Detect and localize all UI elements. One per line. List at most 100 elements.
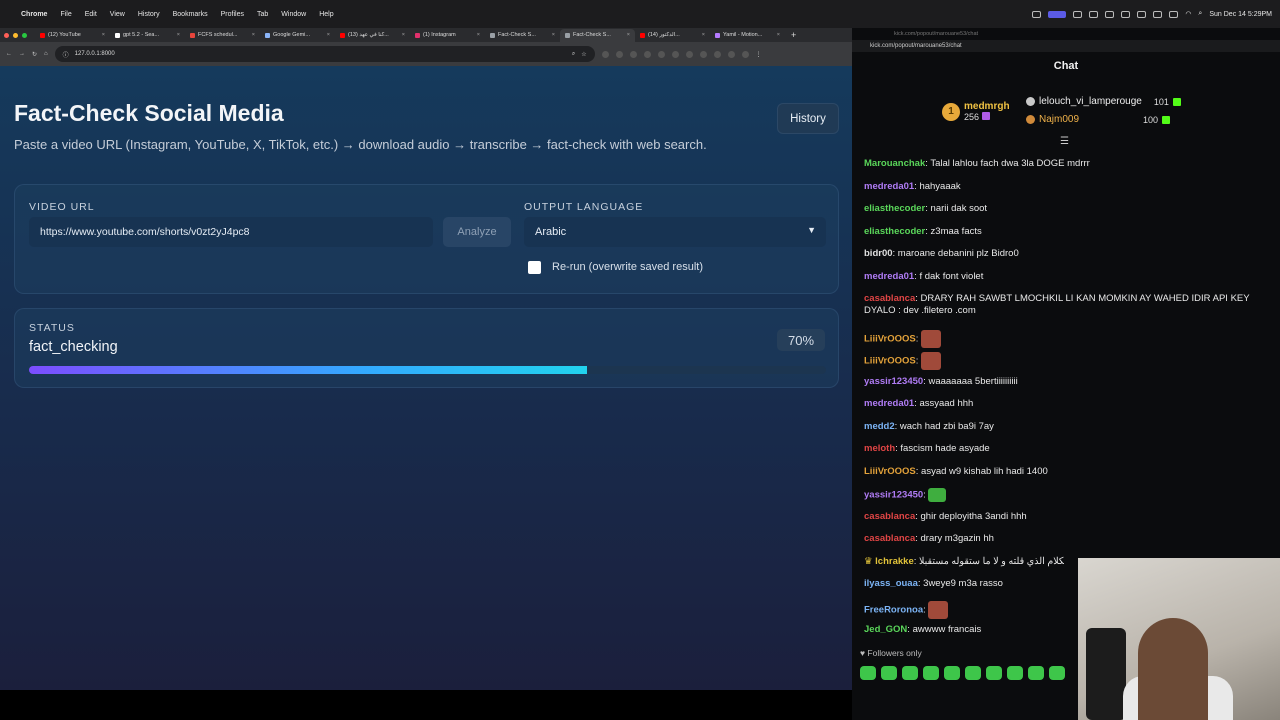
- browser-tab[interactable]: Yamil - Motion... ×: [710, 29, 785, 42]
- menu-tab[interactable]: Tab: [257, 11, 268, 18]
- rerun-label[interactable]: Re-run (overwrite saved result): [552, 261, 703, 273]
- new-tab-button[interactable]: +: [791, 30, 796, 40]
- address-bar[interactable]: ⓘ 127.0.0.1:8000 ⌕ ☆: [54, 46, 595, 62]
- chat-username[interactable]: meloth: [864, 443, 895, 454]
- browser-tab[interactable]: Google Gemi... ×: [260, 29, 335, 42]
- bookmark-star-icon[interactable]: ☆: [581, 51, 586, 58]
- clock[interactable]: Sun Dec 14 5:29PM: [1209, 11, 1272, 18]
- chat-username[interactable]: eliasthecoder: [864, 226, 925, 237]
- emote-icon[interactable]: [1049, 666, 1065, 680]
- chat-username[interactable]: medreda01: [864, 398, 914, 409]
- analyze-button[interactable]: Analyze: [443, 217, 511, 247]
- close-window-button[interactable]: [4, 32, 9, 38]
- browser-tab[interactable]: (13) كنا في عهد... ×: [335, 29, 410, 42]
- status-icon[interactable]: [1137, 10, 1147, 18]
- emote-icon[interactable]: [902, 666, 918, 680]
- zoom-window-button[interactable]: [22, 32, 27, 38]
- extension-icon[interactable]: [671, 50, 679, 58]
- menu-profiles[interactable]: Profiles: [221, 11, 244, 18]
- menu-file[interactable]: File: [60, 11, 71, 18]
- wifi-icon[interactable]: ◠: [1185, 10, 1191, 18]
- browser-tab[interactable]: (14) الدكتور... ×: [635, 29, 710, 42]
- reload-icon[interactable]: ↻: [32, 51, 37, 58]
- leader-name[interactable]: lelouch_vi_lamperouge: [1039, 96, 1142, 107]
- expand-icon[interactable]: ☰: [1060, 136, 1069, 147]
- menu-edit[interactable]: Edit: [85, 11, 97, 18]
- emote-icon[interactable]: [881, 666, 897, 680]
- menu-app-name[interactable]: Chrome: [21, 11, 47, 18]
- chat-username[interactable]: medd2: [864, 421, 895, 432]
- close-tab-icon[interactable]: ×: [177, 32, 180, 38]
- extension-icon[interactable]: [699, 50, 707, 58]
- chat-username[interactable]: bidr00: [864, 248, 893, 259]
- close-tab-icon[interactable]: ×: [702, 32, 705, 38]
- close-tab-icon[interactable]: ×: [477, 32, 480, 38]
- close-tab-icon[interactable]: ×: [777, 32, 780, 38]
- emote-icon[interactable]: [965, 666, 981, 680]
- menu-kebab-icon[interactable]: ⋮: [756, 51, 762, 58]
- menu-view[interactable]: View: [110, 11, 125, 18]
- chat-username[interactable]: Jed_GON: [864, 624, 907, 635]
- emote-icon[interactable]: [860, 666, 876, 680]
- chat-username[interactable]: casablanca: [864, 533, 915, 544]
- browser-tab[interactable]: FCFS schedul... ×: [185, 29, 260, 42]
- site-info-icon[interactable]: ⓘ: [63, 50, 69, 59]
- status-icon[interactable]: [1153, 10, 1163, 18]
- status-icon[interactable]: [1073, 10, 1083, 18]
- close-tab-icon[interactable]: ×: [102, 32, 105, 38]
- status-icon[interactable]: [1032, 10, 1042, 18]
- emote-icon[interactable]: [1028, 666, 1044, 680]
- chat-username[interactable]: eliasthecoder: [864, 203, 925, 214]
- back-icon[interactable]: ←: [6, 51, 12, 57]
- history-button[interactable]: History: [777, 103, 839, 134]
- output-language-select[interactable]: Arabic ▼: [524, 217, 826, 247]
- emote-icon[interactable]: [986, 666, 1002, 680]
- chat-username[interactable]: medreda01: [864, 271, 914, 282]
- chat-username[interactable]: casablanca: [864, 293, 915, 304]
- chat-username[interactable]: ilyass_ouaa: [864, 578, 918, 589]
- minimize-window-button[interactable]: [13, 32, 18, 38]
- close-tab-icon[interactable]: ×: [252, 32, 255, 38]
- home-icon[interactable]: ⌂: [44, 51, 48, 57]
- extension-icon[interactable]: [601, 50, 609, 58]
- menu-history[interactable]: History: [138, 11, 160, 18]
- browser-tab[interactable]: Fact-Check S... ×: [485, 29, 560, 42]
- chat-username[interactable]: casablanca: [864, 511, 915, 522]
- browser-tab-active[interactable]: Fact-Check S... ×: [560, 28, 635, 42]
- rerun-checkbox[interactable]: [528, 261, 541, 274]
- chat-username[interactable]: yassir123450: [864, 376, 923, 387]
- chat-username[interactable]: LiiiVrOOOS: [864, 356, 916, 367]
- browser-tab[interactable]: gpt 5.2 - Sea... ×: [110, 29, 185, 42]
- close-tab-icon[interactable]: ×: [327, 32, 330, 38]
- chat-username[interactable]: yassir123450: [864, 490, 923, 501]
- chat-address-bar[interactable]: kick.com/popout/marouane53/chat: [852, 40, 1280, 52]
- extension-icon[interactable]: [643, 50, 651, 58]
- status-icon[interactable]: [1089, 10, 1099, 18]
- chat-username[interactable]: medreda01: [864, 181, 914, 192]
- leader-name[interactable]: medmrgh: [964, 101, 1010, 112]
- status-icon-active[interactable]: [1048, 10, 1067, 18]
- browser-tab[interactable]: (12) YouTube ×: [35, 29, 110, 42]
- extension-icon[interactable]: [629, 50, 637, 58]
- search-icon[interactable]: ⌕: [1198, 10, 1202, 18]
- battery-icon[interactable]: [1169, 10, 1179, 18]
- leader-name[interactable]: Najm009: [1039, 114, 1079, 125]
- status-icon[interactable]: [1121, 10, 1131, 18]
- close-tab-icon[interactable]: ×: [402, 32, 405, 38]
- video-url-input[interactable]: https://www.youtube.com/shorts/v0zt2yJ4p…: [29, 217, 433, 247]
- chat-username[interactable]: LiiiVrOOOS: [864, 466, 916, 477]
- forward-icon[interactable]: →: [19, 51, 25, 57]
- extension-icon[interactable]: [615, 50, 623, 58]
- extension-icon[interactable]: [657, 50, 665, 58]
- extension-icon[interactable]: [727, 50, 735, 58]
- browser-tab[interactable]: (1) Instagram ×: [410, 29, 485, 42]
- close-tab-icon[interactable]: ×: [627, 32, 630, 38]
- menu-window[interactable]: Window: [281, 11, 306, 18]
- emote-icon[interactable]: [944, 666, 960, 680]
- emote-icon[interactable]: [923, 666, 939, 680]
- emote-icon[interactable]: [1007, 666, 1023, 680]
- menu-help[interactable]: Help: [319, 11, 333, 18]
- chat-username[interactable]: LiiiVrOOOS: [864, 334, 916, 345]
- zoom-icon[interactable]: ⌕: [572, 51, 575, 58]
- chat-username[interactable]: Marouanchak: [864, 158, 925, 169]
